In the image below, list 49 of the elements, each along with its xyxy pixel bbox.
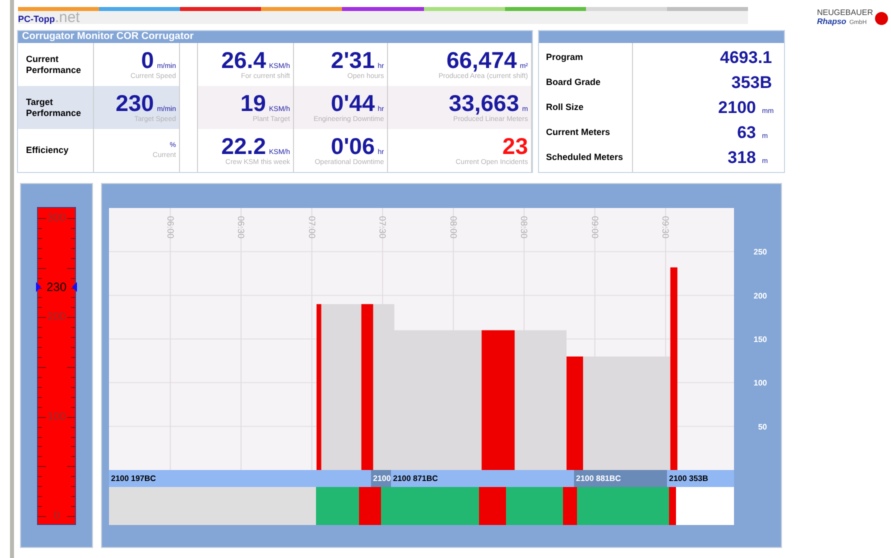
info-value: 4693.1 <box>720 48 772 68</box>
marker-label: 230 <box>45 281 68 294</box>
info-label: Program <box>546 50 584 64</box>
axis-label: 150 <box>754 335 767 344</box>
gauge-label: 300 <box>46 212 67 224</box>
panel-title: Corrugator Monitor COR Corrugator <box>18 31 532 43</box>
gauge-label: 200 <box>46 311 67 324</box>
info-value: 353B <box>731 72 772 92</box>
time-label: 09:30 <box>660 216 671 239</box>
metric-value: 66,474 <box>446 48 517 72</box>
info-label: Scheduled Meters <box>546 150 624 164</box>
time-label: 08:30 <box>519 216 530 239</box>
time-label: 06:30 <box>236 216 246 239</box>
logo-suffix: .net <box>54 11 80 24</box>
metric-value: 22.2 <box>221 134 266 158</box>
metric-value: 33,663 <box>448 90 520 115</box>
gauge-label: 0 <box>52 510 61 522</box>
brand-name: NEUGEBAUER <box>816 9 873 17</box>
logo-dot-icon <box>875 12 888 25</box>
order-segment[interactable]: 2100 881BC <box>574 470 667 487</box>
gauge-label: 100 <box>46 410 67 423</box>
metric-value: 0'44 <box>330 90 375 115</box>
time-label: 08:00 <box>448 216 458 239</box>
info-label: Board Grade <box>546 76 602 89</box>
app-logo: PC-Topp <box>18 14 55 24</box>
marker-arrow-icon <box>72 282 77 292</box>
info-value: 63 <box>737 122 756 142</box>
metric-value: 23 <box>502 134 528 158</box>
metric-value: 0 <box>141 48 154 72</box>
metric-value: 19 <box>240 90 266 115</box>
info-value: 2100 <box>718 98 756 118</box>
time-label: 07:00 <box>306 216 317 239</box>
axis-label: 250 <box>754 248 767 257</box>
metric-value: 2'31 <box>330 48 375 72</box>
info-label: Current Meters <box>546 126 612 139</box>
time-label: 06:00 <box>165 216 176 239</box>
axis-label: 50 <box>758 422 767 432</box>
axis-label: 100 <box>754 378 767 388</box>
axis-label: 200 <box>754 291 767 300</box>
row-label: Target Performance <box>18 86 94 129</box>
info-value: 318 <box>728 148 756 168</box>
time-label: 09:00 <box>590 216 600 239</box>
brand-product: Rhapso <box>816 17 846 26</box>
metric-value: 230 <box>116 90 154 115</box>
time-label: 07:30 <box>378 216 388 239</box>
order-segment[interactable]: 2100 <box>371 470 391 487</box>
metric-value: 0'06 <box>330 134 375 158</box>
metric-value: 26.4 <box>221 48 266 72</box>
info-label: Roll Size <box>546 100 585 114</box>
